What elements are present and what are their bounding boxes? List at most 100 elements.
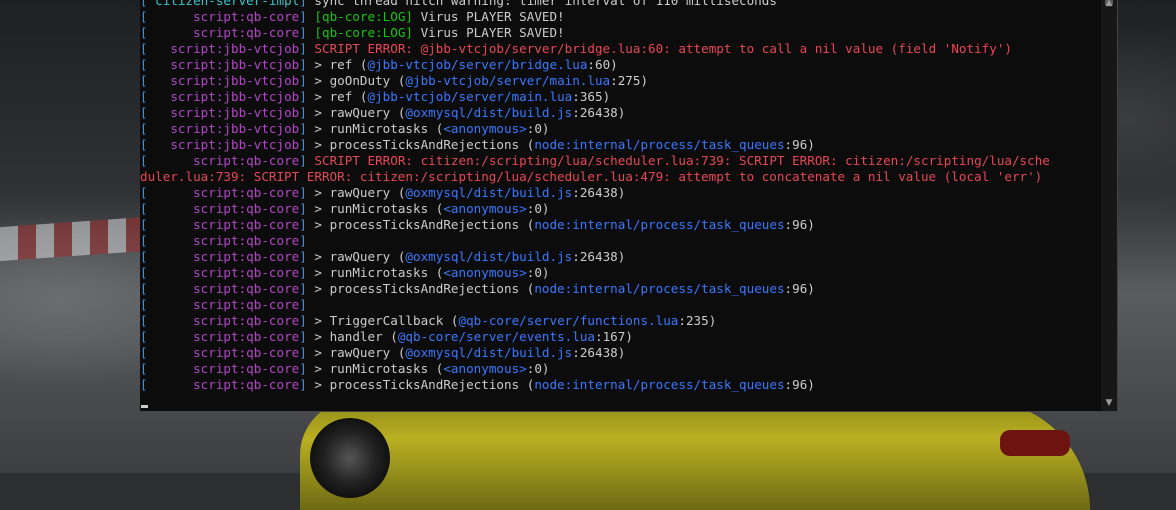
prefix-close-bracket: ] bbox=[299, 137, 307, 152]
resource-name: script:qb-core bbox=[147, 9, 300, 24]
message-segment: > ref ( bbox=[306, 89, 368, 104]
car-taillight bbox=[1000, 430, 1070, 456]
message-segment: node:internal/process/task_queues bbox=[534, 137, 785, 152]
resource-name: script:qb-core bbox=[147, 217, 300, 232]
message-segment: @jbb-vtcjob/server/main.lua bbox=[367, 89, 573, 104]
resource-name: script:jbb-vtcjob bbox=[147, 137, 300, 152]
console-line: [ script:qb-core] [qb-core:LOG] Virus PL… bbox=[140, 25, 1101, 41]
prefix-open-bracket: [ bbox=[140, 73, 148, 88]
prefix-open-bracket: [ bbox=[140, 313, 148, 328]
prefix-open-bracket: [ bbox=[140, 57, 148, 72]
prefix-open-bracket: [ bbox=[140, 153, 148, 168]
message-segment: SCRIPT ERROR: citizen:/scripting/lua/sch… bbox=[306, 153, 1050, 168]
message-segment: :0) bbox=[526, 361, 550, 376]
prefix-open-bracket: [ bbox=[140, 201, 148, 216]
message-segment: :235) bbox=[678, 313, 717, 328]
console-line: [ script:qb-core] > rawQuery (@oxmysql/d… bbox=[140, 345, 1101, 361]
message-segment: <anonymous> bbox=[443, 361, 527, 376]
console-output: [ citizen-server-impl] sync thread hitch… bbox=[140, 0, 1101, 393]
prefix-close-bracket: ] bbox=[299, 281, 307, 296]
resource-name: script:qb-core bbox=[147, 281, 300, 296]
console-line: [ script:jbb-vtcjob] > ref (@jbb-vtcjob/… bbox=[140, 57, 1101, 73]
prefix-close-bracket: ] bbox=[299, 57, 307, 72]
resource-name: citizen-server-impl bbox=[147, 0, 300, 8]
message-segment: > processTicksAndRejections ( bbox=[306, 217, 535, 232]
console-line: [ script:qb-core] > processTicksAndRejec… bbox=[140, 281, 1101, 297]
prefix-close-bracket: ] bbox=[299, 121, 307, 136]
message-segment: :0) bbox=[526, 265, 550, 280]
prefix-open-bracket: [ bbox=[140, 25, 148, 40]
message-segment: > TriggerCallback ( bbox=[306, 313, 459, 328]
prefix-close-bracket: ] bbox=[299, 41, 307, 56]
message-segment: [qb-core:LOG] bbox=[306, 9, 413, 24]
prefix-close-bracket: ] bbox=[299, 249, 307, 264]
resource-name: script:qb-core bbox=[147, 233, 300, 248]
resource-name: script:qb-core bbox=[147, 185, 300, 200]
message-segment: @oxmysql/dist/build.js bbox=[405, 345, 573, 360]
prefix-open-bracket: [ bbox=[140, 249, 148, 264]
resource-name: script:jbb-vtcjob bbox=[147, 121, 300, 136]
message-segment: node:internal/process/task_queues bbox=[534, 377, 785, 392]
message-segment: > rawQuery ( bbox=[306, 249, 406, 264]
message-segment: :26438) bbox=[572, 105, 626, 120]
resource-name: script:qb-core bbox=[147, 153, 300, 168]
message-segment: :0) bbox=[526, 201, 550, 216]
server-console-window[interactable]: [ citizen-server-impl] sync thread hitch… bbox=[140, 0, 1118, 412]
prefix-close-bracket: ] bbox=[299, 89, 307, 104]
console-line: [ script:qb-core] SCRIPT ERROR: citizen:… bbox=[140, 153, 1101, 169]
console-line: [ script:jbb-vtcjob] > goOnDuty (@jbb-vt… bbox=[140, 73, 1101, 89]
prefix-open-bracket: [ bbox=[140, 233, 148, 248]
message-segment: > runMicrotasks ( bbox=[306, 265, 444, 280]
prefix-open-bracket: [ bbox=[140, 329, 148, 344]
resource-name: script:jbb-vtcjob bbox=[147, 105, 300, 120]
prefix-open-bracket: [ bbox=[140, 185, 148, 200]
prefix-close-bracket: ] bbox=[299, 361, 307, 376]
prefix-close-bracket: ] bbox=[299, 9, 307, 24]
message-segment: node:internal/process/task_queues bbox=[534, 281, 785, 296]
console-line: [ script:qb-core] > handler (@qb-core/se… bbox=[140, 329, 1101, 345]
message-segment: <anonymous> bbox=[443, 121, 527, 136]
message-segment: :0) bbox=[526, 121, 550, 136]
console-line: [ script:qb-core] bbox=[140, 297, 1101, 313]
console-line: [ script:qb-core] > runMicrotasks (<anon… bbox=[140, 361, 1101, 377]
car-wheel bbox=[310, 418, 390, 498]
prefix-open-bracket: [ bbox=[140, 41, 148, 56]
console-line: [ script:qb-core] > rawQuery (@oxmysql/d… bbox=[140, 185, 1101, 201]
prefix-open-bracket: [ bbox=[140, 345, 148, 360]
message-segment: > rawQuery ( bbox=[306, 105, 406, 120]
message-segment: Virus PLAYER SAVED! bbox=[413, 9, 565, 24]
message-segment: <anonymous> bbox=[443, 201, 527, 216]
road-barrier bbox=[0, 216, 145, 262]
console-line: [ citizen-server-impl] sync thread hitch… bbox=[140, 0, 1101, 9]
scroll-down-arrow-icon[interactable]: ▼ bbox=[1101, 395, 1117, 411]
resource-name: script:qb-core bbox=[147, 361, 300, 376]
console-line: [ script:qb-core] > processTicksAndRejec… bbox=[140, 377, 1101, 393]
message-segment: :26438) bbox=[572, 185, 626, 200]
yellow-car bbox=[300, 400, 1090, 510]
scroll-up-arrow-icon[interactable]: ▲ bbox=[1101, 0, 1117, 11]
message-segment: > rawQuery ( bbox=[306, 345, 406, 360]
resource-name: script:qb-core bbox=[147, 249, 300, 264]
resource-name: script:qb-core bbox=[147, 25, 300, 40]
console-line: [ script:jbb-vtcjob] > rawQuery (@oxmysq… bbox=[140, 105, 1101, 121]
prefix-open-bracket: [ bbox=[140, 9, 148, 24]
console-scrollbar[interactable]: ▲ ▼ bbox=[1101, 0, 1117, 411]
prefix-close-bracket: ] bbox=[299, 329, 307, 344]
resource-name: script:qb-core bbox=[147, 377, 300, 392]
message-segment: :26438) bbox=[572, 345, 626, 360]
message-segment: > processTicksAndRejections ( bbox=[306, 137, 535, 152]
console-line: [ script:qb-core] > runMicrotasks (<anon… bbox=[140, 201, 1101, 217]
prefix-open-bracket: [ bbox=[140, 121, 148, 136]
message-segment: > processTicksAndRejections ( bbox=[306, 281, 535, 296]
prefix-close-bracket: ] bbox=[299, 233, 307, 248]
message-segment: Virus PLAYER SAVED! bbox=[413, 25, 565, 40]
resource-name: script:jbb-vtcjob bbox=[147, 89, 300, 104]
prefix-close-bracket: ] bbox=[299, 201, 307, 216]
message-segment: :275) bbox=[610, 73, 649, 88]
message-segment: :167) bbox=[594, 329, 633, 344]
prefix-open-bracket: [ bbox=[140, 297, 148, 312]
prefix-open-bracket: [ bbox=[140, 137, 148, 152]
message-segment: @oxmysql/dist/build.js bbox=[405, 185, 573, 200]
prefix-close-bracket: ] bbox=[299, 73, 307, 88]
prefix-open-bracket: [ bbox=[140, 89, 148, 104]
